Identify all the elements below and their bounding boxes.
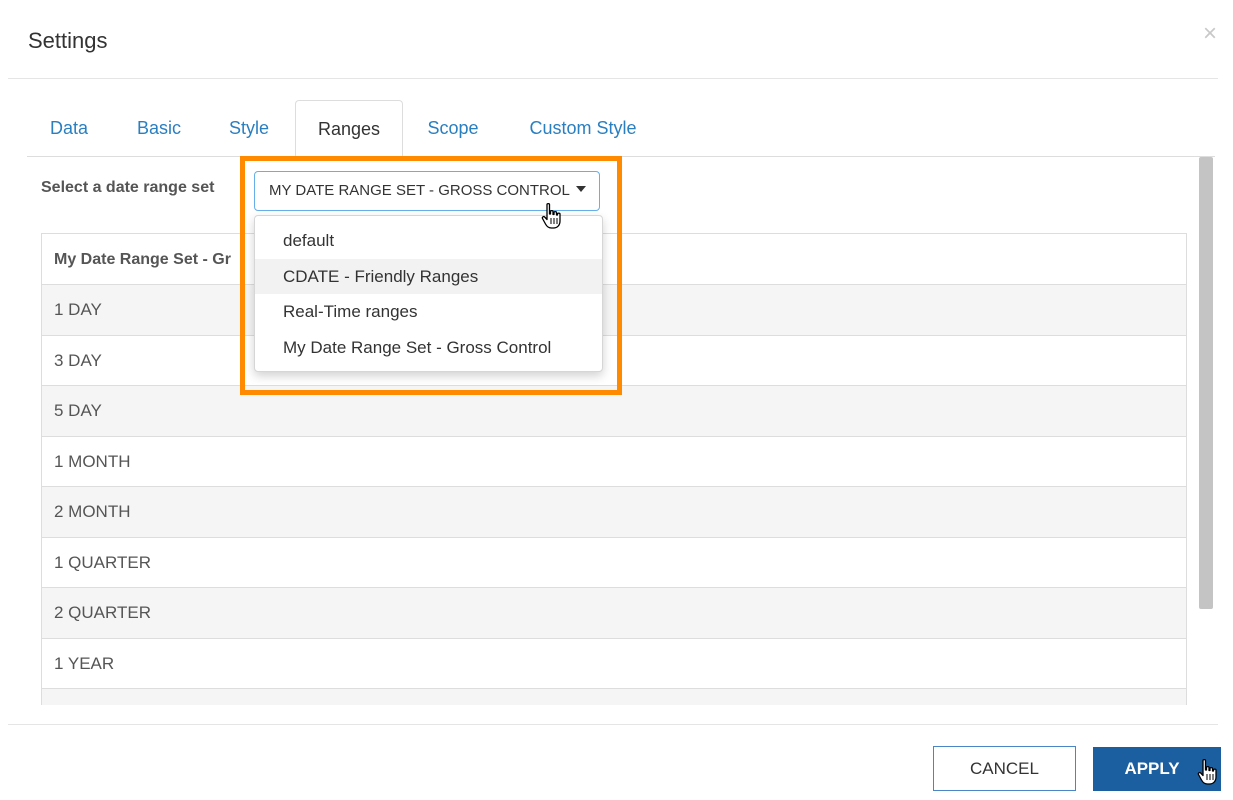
table-row[interactable]: 5 DAY	[42, 386, 1186, 437]
tab-custom-style[interactable]: Custom Style	[517, 100, 649, 157]
ranges-panel: Select a date range set MY DATE RANGE SE…	[27, 157, 1215, 705]
table-row[interactable]	[42, 689, 1186, 705]
table-row[interactable]: 3 DAY	[42, 335, 1186, 386]
table-row[interactable]: 2 MONTH	[42, 487, 1186, 538]
tab-scope[interactable]: Scope	[417, 100, 489, 157]
table-row[interactable]: 1 MONTH	[42, 436, 1186, 487]
table-row[interactable]: 2 QUARTER	[42, 588, 1186, 639]
table-row[interactable]: 1 DAY	[42, 285, 1186, 336]
hand-pointer-icon	[1197, 758, 1217, 785]
tab-data[interactable]: Data	[37, 100, 101, 157]
table-header: My Date Range Set - Gr	[42, 234, 1186, 285]
date-range-set-label: Select a date range set	[41, 179, 215, 196]
menu-item-cdate-friendly-ranges[interactable]: CDATE - Friendly Ranges	[255, 258, 602, 294]
dialog-header: Settings ×	[8, 0, 1218, 79]
settings-tabs: Data Basic Style Ranges Scope Custom Sty…	[27, 100, 1215, 158]
dialog-title: Settings	[28, 28, 108, 53]
close-icon[interactable]: ×	[1198, 22, 1222, 46]
date-range-set-menu: default CDATE - Friendly Ranges Real-Tim…	[254, 215, 603, 372]
cancel-button[interactable]: CANCEL	[933, 746, 1076, 791]
menu-item-real-time-ranges[interactable]: Real-Time ranges	[255, 294, 602, 330]
table-row[interactable]: 1 QUARTER	[42, 537, 1186, 588]
scrollbar-thumb[interactable]	[1199, 157, 1213, 609]
menu-item-my-date-range-set[interactable]: My Date Range Set - Gross Control	[255, 330, 602, 366]
selected-value: MY DATE RANGE SET - GROSS CONTROL	[269, 182, 570, 199]
tab-basic[interactable]: Basic	[127, 100, 191, 157]
tab-style[interactable]: Style	[217, 100, 281, 157]
tab-ranges[interactable]: Ranges	[295, 100, 403, 158]
table-row[interactable]: 1 YEAR	[42, 638, 1186, 689]
date-range-table: My Date Range Set - Gr 1 DAY 3 DAY 5 DAY…	[41, 233, 1187, 705]
caret-down-icon	[575, 186, 586, 193]
hand-pointer-icon	[541, 202, 561, 229]
